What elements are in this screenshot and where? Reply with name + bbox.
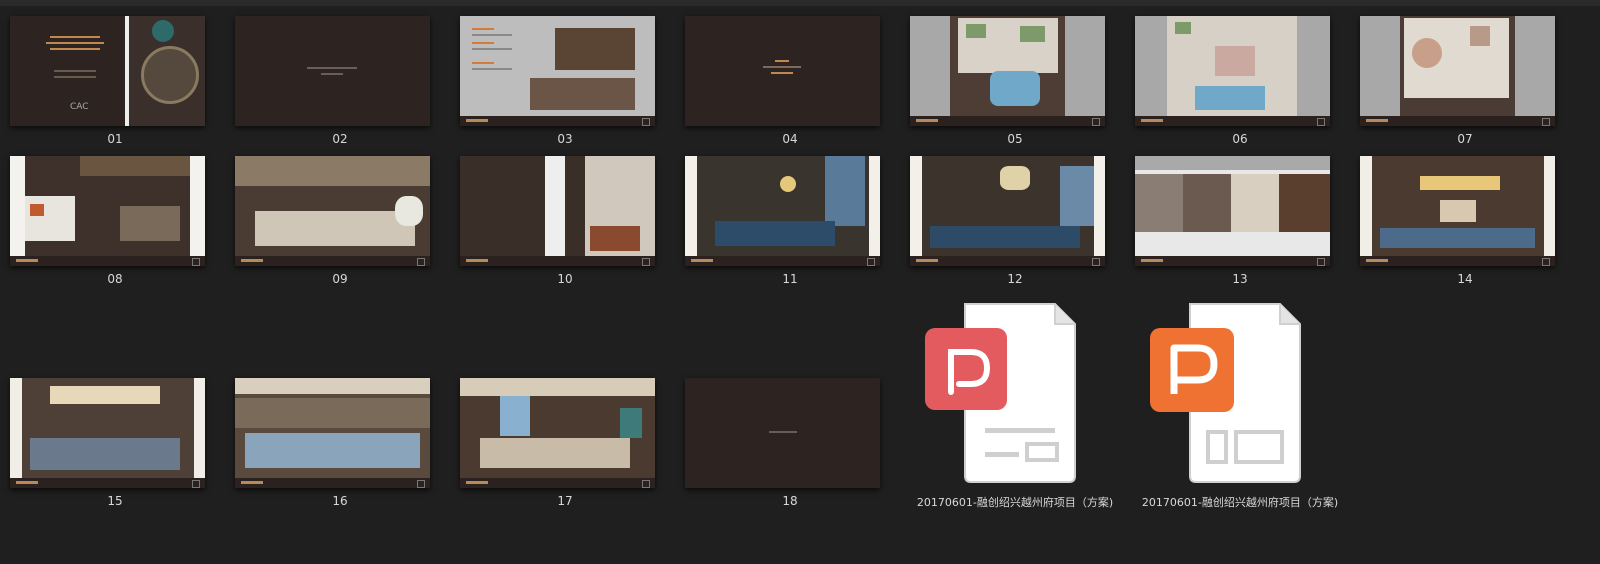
thumbnail-label: 11 [782,272,798,286]
thumbnail-label: 18 [782,494,798,508]
thumbnail-tile[interactable]: 08 [0,150,230,300]
thumbnail-label: 09 [332,272,348,286]
top-toolbar-strip [0,0,1600,6]
thumbnail-tile[interactable]: 13 [1125,150,1355,300]
file-name: 20170601-融创绍兴越州府项目（方案) [916,496,1114,509]
thumbnail-label: 03 [557,132,573,146]
slide-thumbnail [460,16,655,126]
slide-thumbnail-render [460,156,655,266]
thumbnail-tile[interactable]: 05 [900,10,1130,160]
thumbnail-label: 12 [1007,272,1023,286]
thumbnail-tile[interactable]: 14 [1350,150,1580,300]
thumbnail-label: 02 [332,132,348,146]
thumbnail-tile[interactable]: 07 [1350,10,1580,160]
slide-thumbnail-render [10,156,205,266]
slide-thumbnail-render [1360,156,1555,266]
slide-thumbnail [685,378,880,488]
pdf-icon [925,303,1076,483]
thumbnail-tile[interactable]: 10 [450,150,680,300]
slide-thumbnail-floorplan [1360,16,1555,126]
thumbnail-label: 06 [1232,132,1248,146]
thumbnail-label: 14 [1457,272,1473,286]
thumbnail-label: 05 [1007,132,1023,146]
thumbnail-tile[interactable]: 02 [225,10,455,160]
thumbnail-label: 17 [557,494,573,508]
thumbnail-tile[interactable]: 16 [225,372,455,522]
slide-thumbnail [235,16,430,126]
thumbnail-label: 01 [107,132,123,146]
slide-thumbnail-render [910,156,1105,266]
thumbnail-label: 07 [1457,132,1473,146]
thumbnail-label: 10 [557,272,573,286]
thumbnail-tile[interactable]: 12 [900,150,1130,300]
thumbnail-tile[interactable]: 17 [450,372,680,522]
thumbnail-tile[interactable]: 03 [450,10,680,160]
slide-thumbnail-render [460,378,655,488]
thumbnail-tile[interactable]: 18 [675,372,905,522]
thumbnail-tile[interactable]: CAC 01 [0,10,230,160]
thumbnail-tile[interactable]: 15 [0,372,230,522]
thumbnail-label: 16 [332,494,348,508]
thumbnail-label: 08 [107,272,123,286]
slide-thumbnail-cover: CAC [10,16,205,126]
thumbnail-tile[interactable]: 11 [675,150,905,300]
slide-thumbnail-render [235,156,430,266]
cover-logo: CAC [70,102,89,112]
slide-thumbnail-materials [1135,156,1330,266]
thumbnail-label: 13 [1232,272,1248,286]
thumbnail-tile[interactable]: 06 [1125,10,1355,160]
thumbnail-label: 15 [107,494,123,508]
slide-thumbnail-floorplan [910,16,1105,126]
slide-thumbnail [685,16,880,126]
pdf-file-tile[interactable]: 20170601-融创绍兴越州府项目（方案) [900,300,1130,515]
file-name: 20170601-融创绍兴越州府项目（方案) [1141,496,1339,509]
slide-thumbnail-render [235,378,430,488]
slide-thumbnail-render [685,156,880,266]
thumbnail-label: 04 [782,132,798,146]
thumbnail-tile[interactable]: 04 [675,10,905,160]
ppt-file-tile[interactable]: 20170601-融创绍兴越州府项目（方案) [1125,300,1355,515]
ppt-icon [1150,303,1301,483]
thumbnail-tile[interactable]: 09 [225,150,455,300]
slide-thumbnail-floorplan [1135,16,1330,126]
slide-thumbnail-render [10,378,205,488]
